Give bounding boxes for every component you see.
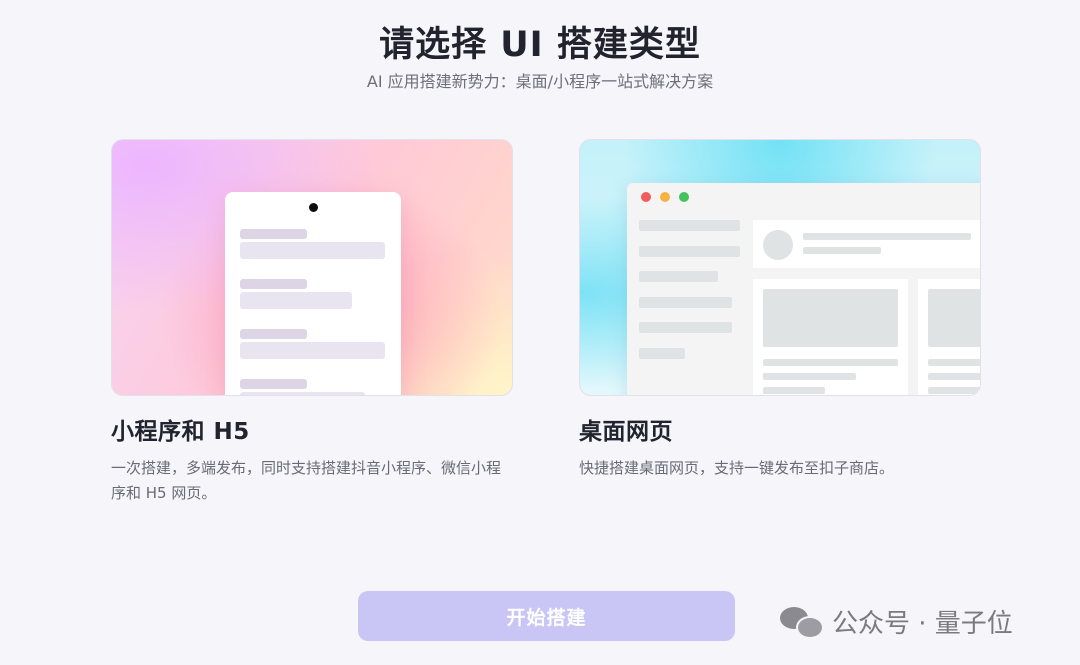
mock-field	[240, 292, 352, 309]
mock-label	[240, 279, 307, 289]
mini-program-preview[interactable]	[111, 139, 513, 396]
mock-sidebar-item	[639, 322, 732, 333]
mock-text-line	[763, 373, 856, 380]
mock-field	[240, 392, 365, 395]
window-close-dot-icon	[641, 192, 651, 202]
mock-field	[240, 242, 385, 259]
mock-sidebar-item	[639, 297, 732, 308]
mock-sidebar-item	[639, 246, 740, 257]
start-build-button[interactable]: 开始搭建	[358, 591, 735, 641]
wechat-icon	[780, 605, 824, 639]
page-title: 请选择 UI 搭建类型	[379, 25, 701, 65]
mock-avatar-icon	[763, 230, 793, 260]
option-title: 小程序和 H5	[111, 419, 250, 445]
mock-sidebar-item	[639, 220, 740, 231]
phone-mockup-icon	[225, 192, 401, 395]
option-description: 一次搭建，多端发布，同时支持搭建抖音小程序、微信小程序和 H5 网页。	[111, 459, 502, 502]
mock-text-line	[803, 247, 881, 254]
mock-text-line	[928, 387, 980, 394]
window-minimize-dot-icon	[660, 192, 670, 202]
mock-field	[240, 342, 385, 359]
mock-content-card	[753, 279, 908, 395]
mock-text-line	[928, 373, 980, 380]
watermark-text: 公众号 · 量子位	[832, 609, 1013, 639]
mock-content-card	[918, 279, 980, 395]
option-card-desktop-web[interactable]: 桌面网页 快捷搭建桌面网页，支持一键发布至扣子商店。	[579, 139, 981, 481]
mock-text-line	[763, 387, 825, 394]
mock-text-line	[803, 233, 971, 240]
option-description: 快捷搭建桌面网页，支持一键发布至扣子商店。	[579, 459, 895, 477]
watermark: 公众号 · 量子位	[780, 603, 1013, 640]
option-title: 桌面网页	[579, 419, 673, 445]
mock-profile-card	[753, 220, 980, 268]
mock-label	[240, 229, 307, 239]
mock-text-line	[763, 359, 898, 366]
mock-sidebar-item	[639, 348, 685, 359]
mock-label	[240, 329, 307, 339]
mock-image-block	[928, 289, 980, 347]
mock-label	[240, 379, 307, 389]
browser-window-mockup-icon	[627, 183, 980, 395]
mock-image-block	[763, 289, 898, 347]
option-card-mini-program[interactable]: 小程序和 H5 一次搭建，多端发布，同时支持搭建抖音小程序、微信小程序和 H5 …	[111, 139, 513, 506]
mock-sidebar-item	[639, 271, 718, 282]
page-subtitle: AI 应用搭建新势力：桌面/小程序一站式解决方案	[366, 72, 714, 91]
camera-dot-icon	[309, 203, 318, 212]
window-maximize-dot-icon	[679, 192, 689, 202]
mock-text-line	[928, 359, 980, 366]
desktop-web-preview[interactable]	[579, 139, 981, 396]
